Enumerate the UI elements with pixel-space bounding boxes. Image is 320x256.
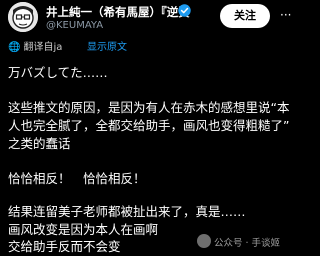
- watermark-text: 公众号 · 手谈姬: [214, 238, 281, 249]
- translation-info: 🌐 翻译自ja: [8, 38, 62, 53]
- user-handle: @KEUMAYA: [46, 20, 104, 31]
- post-line: 结果连留美子老师都被扯出来了，真是……: [8, 204, 246, 219]
- wechat-icon: [197, 234, 211, 248]
- post-line: 恰恰相反！ 恰恰相反！: [8, 171, 146, 186]
- post-line: 之类的蠢话: [8, 136, 71, 151]
- follow-button[interactable]: 关注: [220, 4, 270, 28]
- globe-icon: 🌐: [8, 42, 21, 53]
- display-name[interactable]: 井上純一（希有馬屋）『逆資: [46, 4, 226, 20]
- post-line: 万バズしてた……: [8, 65, 108, 80]
- verified-badge-icon: [178, 4, 191, 17]
- show-original-link[interactable]: 显示原文: [87, 38, 127, 53]
- translation-label: 翻译自ja: [23, 42, 63, 53]
- post-line: 这些推文的原因，是因为有人在赤木的感想里说“本: [8, 100, 290, 115]
- post-line: 画风改变是因为本人在画啊: [8, 222, 159, 237]
- avatar[interactable]: [8, 2, 38, 32]
- more-options-icon[interactable]: ···: [280, 8, 291, 22]
- post-line: 人也完全腻了，全都交给助手，画风也变得粗糙了”: [8, 118, 290, 133]
- post-line: 交给助手反而不会变: [8, 239, 121, 254]
